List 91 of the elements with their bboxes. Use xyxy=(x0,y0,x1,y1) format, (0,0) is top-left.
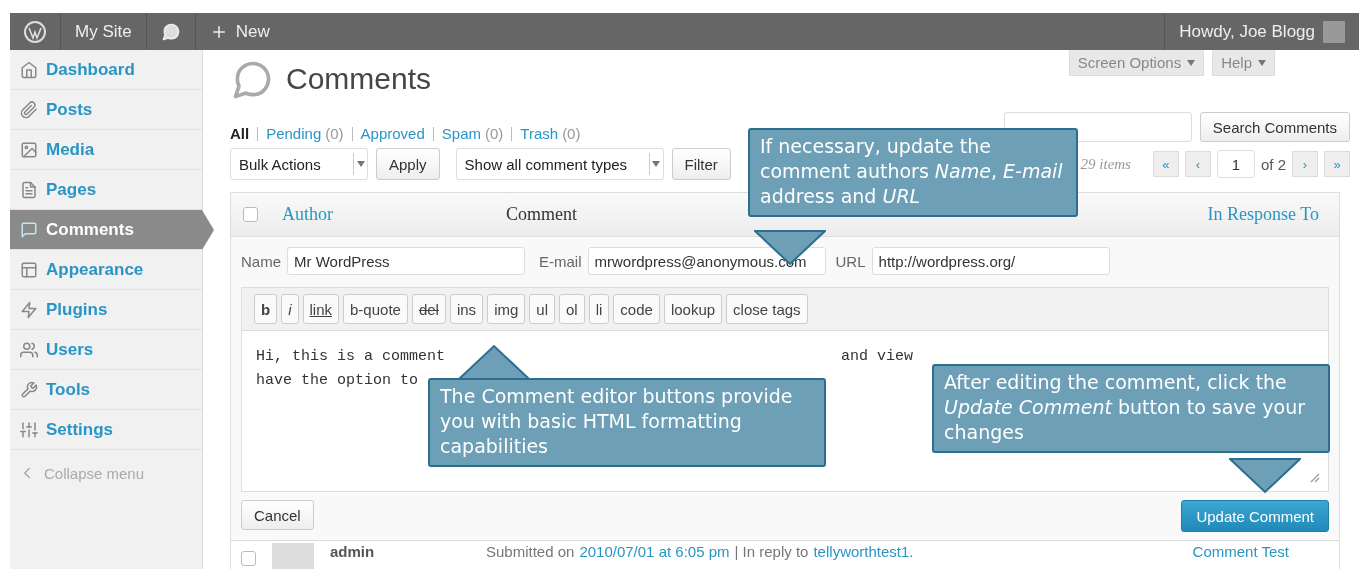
menu-icon xyxy=(20,300,38,319)
update-comment-button[interactable]: Update Comment xyxy=(1181,500,1329,532)
row-checkbox[interactable] xyxy=(241,551,256,566)
sidebar-item[interactable]: Tools xyxy=(10,370,202,410)
format-button[interactable]: b-quote xyxy=(343,294,408,324)
submitted-label: Submitted on xyxy=(486,543,575,560)
reply-label: | In reply to xyxy=(734,543,809,560)
resize-grip-icon[interactable] xyxy=(1308,471,1320,483)
menu-icon xyxy=(20,180,38,199)
next-page-button[interactable]: › xyxy=(1292,151,1318,177)
new-link[interactable]: New xyxy=(235,21,270,42)
date-link[interactable]: 2010/07/01 at 6:05 pm xyxy=(579,543,730,560)
menu-icon xyxy=(20,140,38,159)
author-column-header[interactable]: Author xyxy=(282,204,506,225)
tutorial-tooltip: If necessary, update the comment authors Name, E-mail address and URL xyxy=(748,128,1078,217)
sidebar-item[interactable]: Appearance xyxy=(10,250,202,290)
dropdown-caret-icon xyxy=(356,161,365,167)
previous-page-button[interactable]: ‹ xyxy=(1184,151,1211,177)
comment-bubble-icon[interactable] xyxy=(160,21,181,42)
bulk-actions-select[interactable]: Bulk Actions xyxy=(230,148,368,180)
format-button[interactable]: li xyxy=(588,294,610,324)
format-button[interactable]: b xyxy=(254,294,278,324)
page-total: of 2 xyxy=(1260,155,1286,173)
sidebar-item[interactable]: Settings xyxy=(10,410,202,450)
select-all-checkbox[interactable] xyxy=(243,207,258,222)
comment-column-header: Comment xyxy=(506,204,577,225)
format-button[interactable]: i xyxy=(281,294,299,324)
filter-button[interactable]: Filter xyxy=(671,148,731,180)
format-button[interactable]: close tags xyxy=(726,294,808,324)
caret-icon xyxy=(1258,59,1266,66)
format-button[interactable]: img xyxy=(487,294,526,324)
items-count: 29 items xyxy=(1080,155,1131,173)
comment-text: and view xyxy=(841,348,914,365)
sidebar-item[interactable]: Posts xyxy=(10,90,202,130)
status-filter-link[interactable]: All xyxy=(230,127,250,141)
sidebar-item[interactable]: Media xyxy=(10,130,202,170)
email-field[interactable]: mrwordpress@anonymous.com xyxy=(587,247,826,275)
menu-icon xyxy=(20,260,38,279)
name-label: Name xyxy=(241,252,281,270)
format-button[interactable]: del xyxy=(411,294,446,324)
cancel-button[interactable]: Cancel xyxy=(241,500,314,530)
menu-icon xyxy=(20,100,38,119)
apply-button[interactable]: Apply xyxy=(376,148,440,180)
page-title: Comments xyxy=(286,62,432,96)
menu-icon xyxy=(20,60,38,79)
caret-icon xyxy=(1187,59,1196,66)
menu-icon xyxy=(20,380,38,399)
filter-count: (0) xyxy=(325,127,344,141)
first-page-button[interactable]: « xyxy=(1152,151,1179,177)
format-button[interactable]: lookup xyxy=(663,294,723,324)
format-button[interactable]: code xyxy=(613,294,660,324)
response-column-header[interactable]: In Response To xyxy=(1207,204,1319,225)
page-number-field[interactable]: 1 xyxy=(1216,150,1255,178)
tooltip-pointer-icon xyxy=(458,344,530,380)
comment-author: admin xyxy=(330,543,376,560)
post-link[interactable]: tellyworthtest1. xyxy=(813,543,914,560)
site-link[interactable]: My Site xyxy=(75,21,132,42)
email-label: E-mail xyxy=(539,252,582,270)
sidebar-item[interactable]: Plugins xyxy=(10,290,202,330)
status-filter-link[interactable]: Pending xyxy=(266,127,322,141)
comment-text: Hi, this is a comment xyxy=(256,348,446,365)
screen-options-tab[interactable]: Screen Options xyxy=(1068,50,1205,76)
status-filter-link[interactable]: Trash xyxy=(520,127,559,141)
sidebar-item[interactable]: Dashboard xyxy=(10,50,202,90)
format-button[interactable]: ol xyxy=(559,294,585,324)
greeting-link[interactable]: Howdy, Joe Blogg xyxy=(1179,21,1315,42)
wordpress-logo-icon[interactable] xyxy=(24,20,46,43)
response-link[interactable]: Comment Test xyxy=(1192,543,1289,560)
format-button[interactable]: link xyxy=(302,294,340,324)
help-tab[interactable]: Help xyxy=(1212,50,1275,76)
url-label: URL xyxy=(835,252,866,270)
url-field[interactable]: http://wordpress.org/ xyxy=(871,247,1110,275)
tutorial-tooltip: After editing the comment, click the Update Comment button to save your changes xyxy=(932,364,1330,453)
menu-icon xyxy=(20,220,38,239)
comment-text: have the option to xyxy=(256,372,419,389)
avatar-placeholder xyxy=(1323,20,1345,43)
format-button[interactable]: ul xyxy=(529,294,555,324)
menu-icon xyxy=(20,420,38,439)
search-button[interactable]: Search Comments xyxy=(1199,112,1350,142)
filter-count: (0) xyxy=(562,127,581,141)
format-button[interactable]: ins xyxy=(449,294,484,324)
sidebar-item[interactable]: Users xyxy=(10,330,202,370)
last-page-button[interactable]: » xyxy=(1324,151,1350,177)
filter-count: (0) xyxy=(485,127,504,141)
name-field[interactable]: Mr WordPress xyxy=(287,247,525,275)
status-filter-link[interactable]: Spam xyxy=(441,127,481,141)
tooltip-pointer-icon xyxy=(1229,458,1301,494)
dropdown-caret-icon xyxy=(652,161,661,167)
status-filter-link[interactable]: Approved xyxy=(360,127,425,141)
comment-type-select[interactable]: Show all comment types xyxy=(455,148,664,180)
menu-icon xyxy=(20,340,38,359)
